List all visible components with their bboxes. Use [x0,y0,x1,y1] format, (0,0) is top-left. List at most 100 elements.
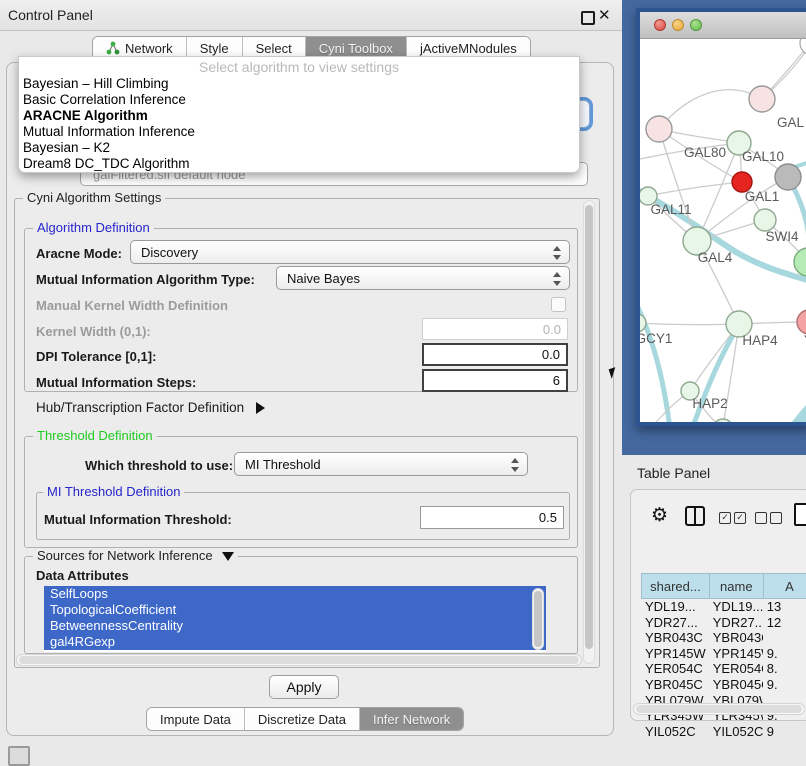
table-cell: YDR27... [709,615,763,631]
table-cell: YIL052C [641,724,709,737]
table-cell: YDR27... [641,615,709,631]
apply-button[interactable]: Apply [269,675,339,699]
attribute-item-selfloops[interactable]: SelfLoops [44,586,546,602]
algorithm-option-bayesian-k2[interactable]: Bayesian – K2 [19,140,579,156]
settings-vertical-scrollbar[interactable] [583,200,595,664]
network-edge [640,287,670,423]
algorithm-option-mutual-information-inference[interactable]: Mutual Information Inference [19,124,579,140]
settings-horizontal-scrollbar[interactable] [16,654,582,666]
close-icon[interactable]: ✕ [598,6,611,24]
attribute-item-gal4rgexp[interactable]: gal4RGexp [44,634,546,650]
mi-steps-label: Mutual Information Steps: [36,375,196,390]
algorithm-option-bayesian-hill-climbing[interactable]: Bayesian – Hill Climbing [19,76,579,92]
table-cell: YDL19... [709,599,763,615]
kernel-width-field[interactable] [422,318,568,340]
mi-steps-field[interactable] [422,369,568,392]
cyni-mode-tab-bar: Impute Data Discretize Data Infer Network [146,707,464,731]
node-gal-partial[interactable] [749,86,775,112]
aracne-mode-label: Aracne Mode: [36,246,122,261]
manual-kernel-checkbox[interactable] [551,297,566,312]
tab-discretize-data[interactable]: Discretize Data [245,708,360,730]
kernel-width-label: Kernel Width (0,1): [36,324,151,339]
node-bottom-partial[interactable] [713,419,733,423]
node-label-gal4: GAL4 [698,250,733,265]
split-columns-icon[interactable] [685,506,705,526]
tab-label: Discretize Data [258,712,346,727]
node-label-gal1: GAL1 [745,189,780,204]
table-cell: 9 [763,724,806,737]
table-cell: YER054C [709,661,763,677]
float-window-icon[interactable] [581,11,595,25]
node-label-gal80: GAL80 [684,145,726,160]
table-cell: YDL19... [641,599,709,615]
node-label-gcy1: GCY1 [640,331,672,346]
hub-section-toggle[interactable]: Hub/Transcription Factor Definition [36,400,265,415]
aracne-mode-combobox[interactable]: Discovery [130,240,570,264]
stepper-arrows-icon [511,457,519,473]
node-salmon-node[interactable] [797,310,806,334]
tab-infer-network[interactable]: Infer Network [360,708,463,730]
tab-label: Style [200,41,229,56]
sources-group-toggle[interactable]: Sources for Network Inference [33,548,238,563]
node-gray-node[interactable] [775,164,801,190]
mi-algorithm-type-value: Naive Bayes [287,271,360,286]
table-cell: YBR043C [709,630,763,646]
algorithm-dropdown-popup: Select algorithm to view settings Bayesi… [18,56,580,173]
node-GAL1[interactable] [754,209,776,231]
mi-algorithm-type-combobox[interactable]: Naive Bayes [276,266,570,290]
table-cell: YPR145W [709,646,763,662]
attribute-item-topologicalcoefficient[interactable]: TopologicalCoefficient [44,602,546,618]
column-header-a[interactable]: A [763,573,806,599]
dpi-tolerance-field[interactable] [422,343,568,366]
node-label-gal: GAL [777,115,805,130]
which-threshold-combobox[interactable]: MI Threshold [234,452,528,476]
tab-label: Cyni Toolbox [319,41,393,56]
dpi-tolerance-label: DPI Tolerance [0,1]: [36,349,156,364]
panel-title: Control Panel [8,7,93,23]
table-row[interactable]: YBR043CYBR043C [641,630,806,646]
panel-grip[interactable] [8,746,30,766]
algorithm-option-aracne-algorithm[interactable]: ARACNE Algorithm [19,108,579,124]
gear-icon[interactable]: ⚙ [651,504,668,527]
expand-right-icon [256,402,265,414]
mi-algorithm-type-label: Mutual Information Algorithm Type: [36,272,255,287]
node-SWI4-node[interactable] [794,248,806,276]
minimize-traffic-light-icon[interactable] [672,19,684,31]
hub-section-label: Hub/Transcription Factor Definition [36,400,244,415]
file-icon[interactable] [794,503,806,526]
network-view-panel: GALGAL80GAL10GAL1GAL11SWI4GAL4GCY1HAP4YH… [622,0,806,455]
algorithm-option-dream8-dc-tdc-algorithm[interactable]: Dream8 DC_TDC Algorithm [19,156,579,172]
network-canvas[interactable]: GALGAL80GAL10GAL1GAL11SWI4GAL4GCY1HAP4YH… [640,39,806,423]
checked-pair-icon[interactable]: ✓✓ [719,512,746,524]
algorithm-option-basic-correlation-inference[interactable]: Basic Correlation Inference [19,92,579,108]
table-row[interactable]: YDR27...YDR27...12 [641,615,806,631]
tab-label: Infer Network [373,712,450,727]
node-GAL80[interactable] [646,116,672,142]
tab-impute-data[interactable]: Impute Data [147,708,245,730]
stepper-arrows-icon [553,271,561,287]
table-row[interactable]: YBR045CYBR045C9. [641,677,806,693]
table-row[interactable]: YPR145WYPR145W9. [641,646,806,662]
zoom-traffic-light-icon[interactable] [690,19,702,31]
mi-threshold-field[interactable] [420,506,564,529]
network-edge [659,90,762,129]
unchecked-pair-icon[interactable] [755,512,782,524]
attribute-list-scrollbar[interactable] [532,588,544,650]
close-traffic-light-icon[interactable] [654,19,666,31]
table-row[interactable]: YDL19...YDL19...13 [641,599,806,615]
table-cell: 13 [763,599,806,615]
group-title: Threshold Definition [33,428,157,443]
table-cell: 9. [763,646,806,662]
attribute-item-betweennesscentrality[interactable]: BetweennessCentrality [44,618,546,634]
group-title: Cyni Algorithm Settings [23,190,165,205]
table-horizontal-scrollbar[interactable] [633,703,805,715]
column-header-name[interactable]: name [709,573,763,599]
control-panel-titlebar [0,0,622,31]
network-window-titlebar[interactable] [640,12,806,39]
node-label-gal10: GAL10 [742,149,784,164]
column-header-shared[interactable]: shared... [641,573,709,599]
table-cell: YPR145W [641,646,709,662]
table-row[interactable]: YIL052CYIL052C9 [641,724,806,737]
table-row[interactable]: YER054CYER054C8. [641,661,806,677]
control-panel: Control Panel ✕ NetworkStyleSelectCyni T… [0,0,622,762]
